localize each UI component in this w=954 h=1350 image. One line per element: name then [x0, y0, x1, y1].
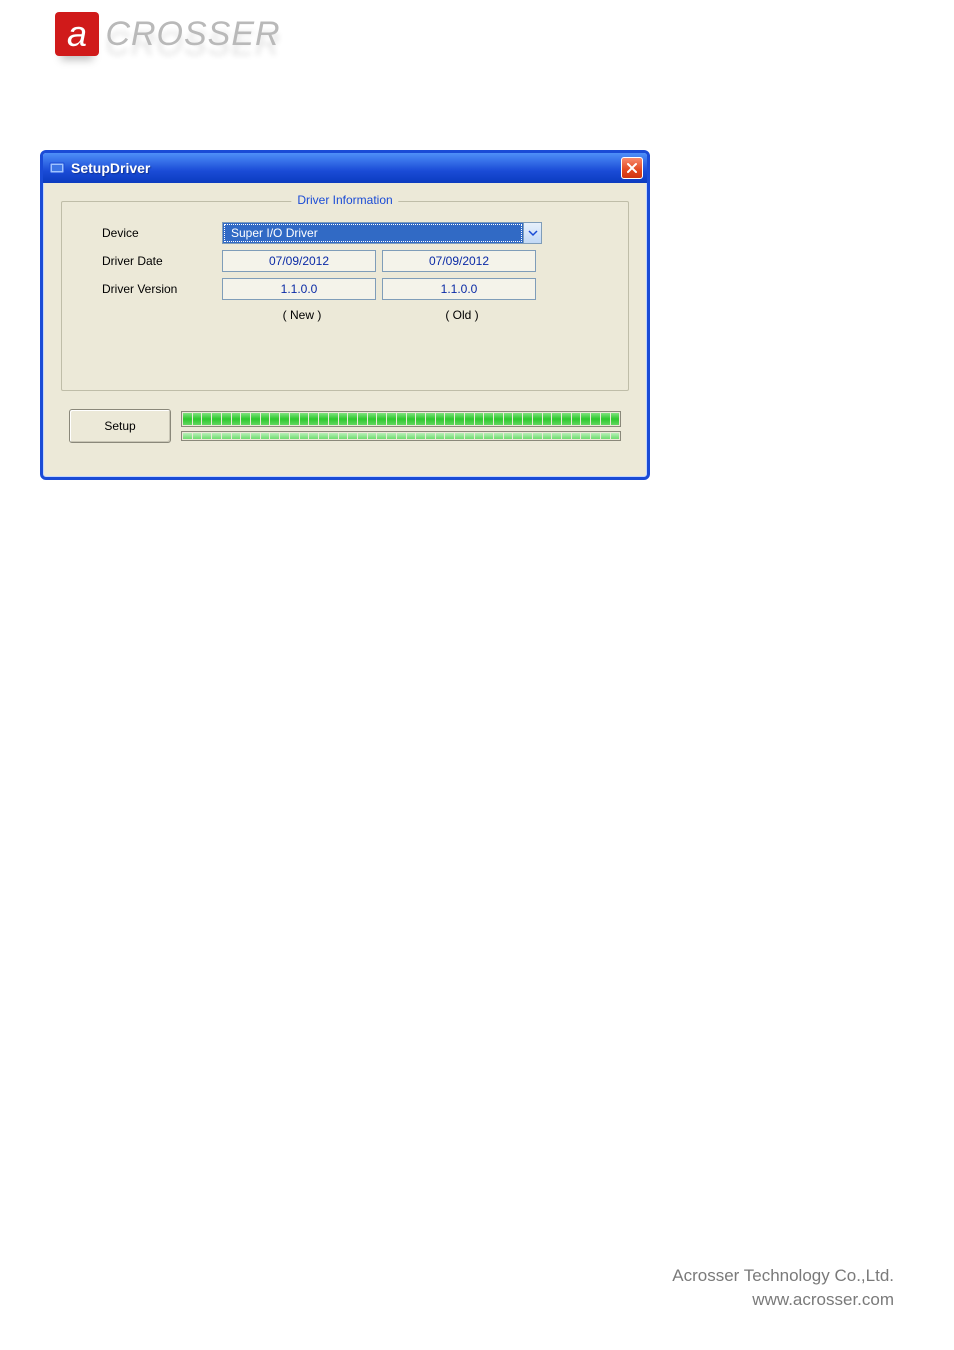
window-system-icon: [49, 160, 65, 176]
progress-bar-primary: [181, 411, 621, 427]
brand-logo: a CROSSER: [55, 12, 315, 72]
driver-version-new-value: 1.1.0.0: [222, 278, 376, 300]
window-client-area: Driver Information Device Super I/O Driv…: [43, 183, 647, 457]
driver-date-new-value: 07/09/2012: [222, 250, 376, 272]
driver-version-label: Driver Version: [102, 282, 222, 296]
device-select[interactable]: Super I/O Driver: [222, 222, 542, 244]
driver-date-old-value: 07/09/2012: [382, 250, 536, 272]
progress-area: [181, 411, 621, 441]
driver-date-label: Driver Date: [102, 254, 222, 268]
device-label: Device: [102, 226, 222, 240]
footer-url: www.acrosser.com: [672, 1290, 894, 1310]
window-titlebar[interactable]: SetupDriver: [43, 153, 647, 183]
setup-row: Setup: [61, 409, 629, 443]
column-old-label: ( Old ): [382, 308, 542, 322]
chevron-down-icon: [528, 228, 538, 238]
logo-wordmark: CROSSER: [105, 15, 280, 54]
device-select-value: Super I/O Driver: [224, 224, 522, 242]
logo-mark-icon: a: [55, 12, 99, 56]
driver-info-grid: Device Super I/O Driver Driver Date 07/0…: [102, 222, 588, 322]
groupbox-legend: Driver Information: [291, 193, 398, 207]
close-icon: [626, 162, 638, 174]
window-title: SetupDriver: [71, 160, 621, 176]
column-new-label: ( New ): [222, 308, 382, 322]
progress-bar-secondary: [181, 431, 621, 441]
page-footer: Acrosser Technology Co.,Ltd. www.acrosse…: [672, 1266, 894, 1310]
setupdriver-window: SetupDriver Driver Information Device Su…: [40, 150, 650, 480]
driver-information-groupbox: Driver Information Device Super I/O Driv…: [61, 201, 629, 391]
footer-company: Acrosser Technology Co.,Ltd.: [672, 1266, 894, 1286]
driver-version-old-value: 1.1.0.0: [382, 278, 536, 300]
setup-button[interactable]: Setup: [69, 409, 171, 443]
window-close-button[interactable]: [621, 157, 643, 179]
device-select-dropdown-button[interactable]: [523, 223, 541, 243]
